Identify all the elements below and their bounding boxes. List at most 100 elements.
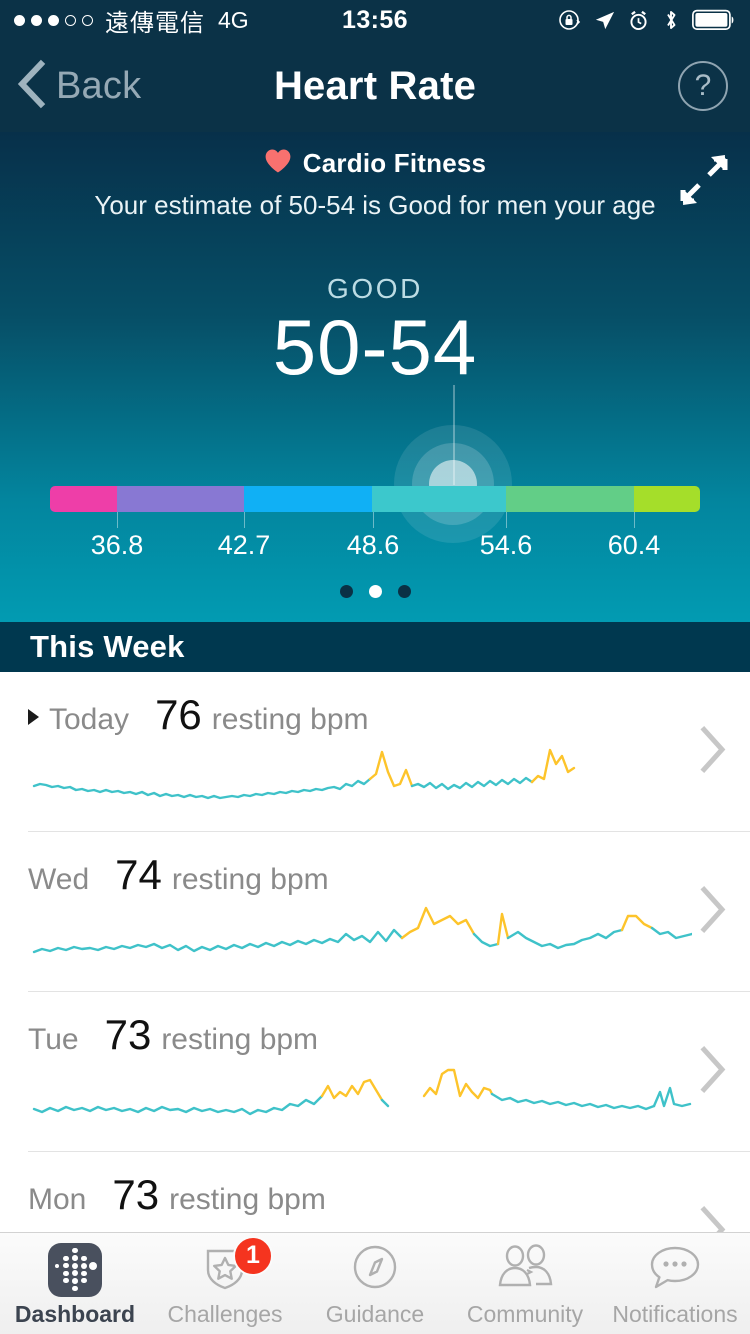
page-title: Heart Rate [0,64,750,109]
scale-segment-excellent [634,486,700,512]
page-indicator-dots[interactable] [0,585,750,598]
tab-challenges[interactable]: 1 Challenges [150,1233,300,1334]
signal-dot [48,15,59,26]
cardio-scale-bar[interactable] [50,486,700,512]
tab-dashboard[interactable]: Dashboard [0,1233,150,1334]
chat-bubble-icon [647,1244,703,1296]
scale-tick [634,512,635,528]
star-shield-icon: 1 [199,1244,251,1296]
signal-dot [65,15,76,26]
scale-segment-average [372,486,505,512]
expand-diagonal-icon[interactable] [676,152,732,208]
tab-notifications[interactable]: Notifications [600,1233,750,1334]
this-week-header: This Week [0,622,750,672]
tab-guidance[interactable]: Guidance [300,1233,450,1334]
day-row[interactable]: Tue 73 resting bpm [28,992,750,1152]
day-resting-bpm-value: 74 [115,854,162,896]
notification-badge: 1 [233,1236,273,1276]
tab-label: Guidance [326,1301,424,1328]
scale-tick-label: 54.6 [480,530,533,561]
caret-right-icon [28,709,39,725]
page-dot[interactable] [369,585,382,598]
rotation-lock-icon [558,8,582,32]
day-row-header: Tue 73 resting bpm [28,992,750,1057]
heart-icon [264,148,292,179]
cardio-score-value: 50-54 [0,302,750,393]
cardio-title-row: Cardio Fitness [0,148,750,179]
tab-label: Dashboard [15,1301,135,1328]
day-resting-bpm-unit: resting bpm [212,703,369,737]
status-bar: 遠傳電信 4G 13:56 [0,0,750,40]
day-resting-bpm-unit: resting bpm [161,1023,318,1057]
scale-tick-label: 42.7 [218,530,271,561]
chevron-right-icon[interactable] [698,725,728,778]
carrier-name: 遠傳電信 [105,3,205,38]
day-row-header: Today 76 resting bpm [28,672,750,737]
day-heart-rate-sparkline [32,734,692,812]
scale-tick-label: 36.8 [91,530,144,561]
cardio-header: Cardio Fitness Your estimate of 50-54 is… [0,132,750,221]
cardio-subtitle: Your estimate of 50-54 is Good for men y… [0,190,750,221]
cardio-fitness-card[interactable]: Cardio Fitness Your estimate of 50-54 is… [0,132,750,622]
scale-tick [506,512,507,528]
battery-icon [692,9,736,31]
scale-segment-fair [244,486,373,512]
scale-tick [117,512,118,528]
day-row-header: Mon 73 resting bpm [28,1152,750,1217]
day-resting-bpm-value: 73 [112,1174,159,1216]
navigation-bar: Back Heart Rate ? [0,40,750,132]
day-resting-bpm-unit: resting bpm [169,1183,326,1217]
day-resting-bpm-value: 76 [155,694,202,736]
day-row[interactable]: Mon 73 resting bpm [28,1152,750,1232]
day-name: Mon [28,1183,86,1217]
day-row[interactable]: Today 76 resting bpm [28,672,750,832]
scale-tick [244,512,245,528]
status-bar-right [558,8,736,32]
cardio-scale-ticks [0,512,750,530]
tab-label: Community [467,1301,583,1328]
cardio-scale-labels: 36.8 42.7 48.6 54.6 60.4 [0,530,750,564]
signal-dot [14,15,25,26]
scale-segment-poor [117,486,244,512]
tab-label: Notifications [612,1301,737,1328]
alarm-clock-icon [627,9,650,32]
day-name: Wed [28,863,89,897]
tab-community[interactable]: Community [450,1233,600,1334]
question-mark-icon: ? [695,69,712,103]
help-button[interactable]: ? [678,61,728,111]
day-heart-rate-sparkline [32,894,692,972]
day-name: Today [49,703,129,737]
compass-icon [349,1244,401,1296]
page-dot[interactable] [398,585,411,598]
day-resting-bpm-unit: resting bpm [172,863,329,897]
day-row[interactable]: Wed 74 resting bpm [28,832,750,992]
day-row-header: Wed 74 resting bpm [28,832,750,897]
cardio-score-label: GOOD [0,273,750,305]
tab-label: Challenges [167,1301,282,1328]
status-bar-left: 遠傳電信 4G [14,3,249,38]
scale-tick-label: 60.4 [608,530,661,561]
location-arrow-icon [593,9,616,32]
scale-segment-very-poor [50,486,117,512]
day-heart-rate-sparkline [32,1054,692,1132]
signal-strength-icon [14,15,93,26]
scale-tick [373,512,374,528]
scale-tick-label: 48.6 [347,530,400,561]
fitbit-logo-icon [48,1244,102,1296]
heart-rate-day-list[interactable]: Today 76 resting bpm Wed 74 resting bpm Tue 73 r… [0,672,750,1232]
chevron-right-icon[interactable] [698,885,728,938]
scale-segment-good [506,486,634,512]
day-name: Tue [28,1023,79,1057]
chevron-right-icon[interactable] [698,1045,728,1098]
this-week-title: This Week [30,629,185,665]
bluetooth-icon [661,8,681,32]
cardio-title: Cardio Fitness [303,148,486,179]
bottom-tab-bar: Dashboard 1 Challenges Guidance Community Not… [0,1232,750,1334]
day-resting-bpm-value: 73 [105,1014,152,1056]
page-dot[interactable] [340,585,353,598]
chevron-right-icon[interactable] [698,1206,728,1233]
signal-dot [31,15,42,26]
signal-dot [82,15,93,26]
people-icon [496,1244,554,1296]
network-type: 4G [218,7,249,34]
